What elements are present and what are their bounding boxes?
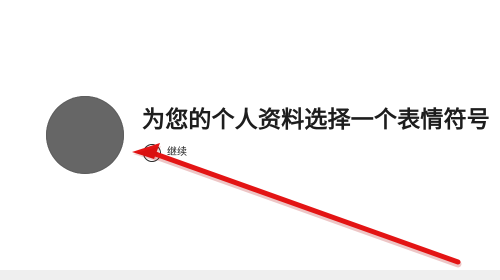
page-title: 为您的个人资料选择一个表情符号: [142, 107, 490, 133]
button-a-icon: A: [143, 144, 161, 162]
arrow-shaft: [143, 149, 462, 268]
continue-button[interactable]: A 继续: [143, 143, 187, 163]
emoji-profile-screen: 为您的个人资料选择一个表情符号 A 继续: [0, 0, 500, 280]
arrow-shaft-main: [144, 148, 461, 265]
avatar[interactable]: [46, 96, 124, 174]
continue-label: 继续: [167, 147, 187, 158]
